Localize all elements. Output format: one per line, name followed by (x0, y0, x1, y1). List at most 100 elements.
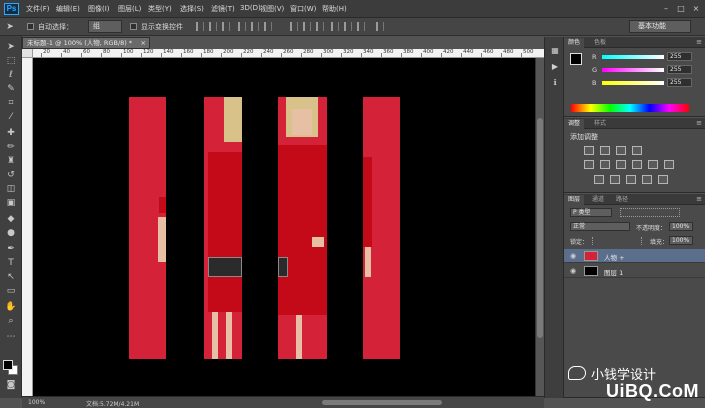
hand-tool-icon[interactable]: ✋ (5, 302, 17, 312)
channel-b-value[interactable]: 255 (667, 78, 692, 87)
history-panel-icon[interactable]: ▦ (549, 45, 561, 56)
fill-field[interactable]: 100% (669, 236, 693, 245)
vibrance-icon[interactable] (584, 160, 594, 169)
align-bottom-icon[interactable] (222, 22, 230, 31)
panel-foreground-swatch[interactable] (570, 53, 582, 65)
tab-paths[interactable]: 路径 (612, 195, 632, 205)
layer-row-selected[interactable]: ◉ 人物 + (564, 249, 705, 263)
tab-adjustments[interactable]: 调整 (564, 119, 585, 129)
distribute-vcenter-icon[interactable] (303, 22, 311, 31)
tab-styles[interactable]: 样式 (590, 119, 610, 129)
layer-row[interactable]: ◉ 图层 1 (564, 264, 705, 278)
align-right-icon[interactable] (264, 22, 272, 31)
auto-select-dropdown[interactable]: 组 (88, 20, 122, 33)
vertical-scrollbar[interactable] (535, 58, 544, 396)
menu-layer[interactable]: 图层(L) (118, 4, 141, 14)
menu-file[interactable]: 文件(F) (26, 4, 50, 14)
panel-menu-icon[interactable]: ≡ (696, 38, 702, 46)
panel-menu-icon[interactable]: ≡ (696, 119, 702, 127)
zoom-tool-icon[interactable]: ⌕ (5, 316, 17, 326)
invert-icon[interactable] (594, 175, 604, 184)
eyedropper-tool-icon[interactable]: ⁄ (5, 112, 17, 122)
tab-channels[interactable]: 通道 (588, 195, 608, 205)
actions-panel-icon[interactable]: ▶ (549, 61, 561, 72)
panel-menu-icon[interactable]: ≡ (696, 195, 702, 203)
levels-icon[interactable] (600, 146, 610, 155)
dodge-tool-icon[interactable]: ● (5, 228, 17, 238)
zoom-level[interactable]: 100% (28, 399, 45, 406)
vertical-scroll-thumb[interactable] (537, 118, 543, 338)
clone-stamp-icon[interactable]: ♜ (5, 156, 17, 166)
menu-3d[interactable]: 3D(D) (240, 4, 261, 12)
align-left-icon[interactable] (238, 22, 246, 31)
menu-filter[interactable]: 滤镜(T) (211, 4, 235, 14)
photo-filter-icon[interactable] (648, 160, 658, 169)
channel-g-value[interactable]: 255 (667, 65, 692, 74)
marquee-tool-icon[interactable]: ⬚ (5, 56, 17, 66)
hue-saturation-icon[interactable] (600, 160, 610, 169)
align-top-icon[interactable] (196, 22, 204, 31)
quick-mask-icon[interactable]: ◙ (5, 380, 17, 390)
layer-filter-icons[interactable] (620, 208, 680, 217)
menu-edit[interactable]: 编辑(E) (56, 4, 80, 14)
black-white-icon[interactable] (632, 160, 642, 169)
tab-layers[interactable]: 图层 (564, 195, 585, 205)
color-balance-icon[interactable] (616, 160, 626, 169)
menu-select[interactable]: 选择(S) (180, 4, 204, 14)
menu-help[interactable]: 帮助(H) (322, 4, 347, 14)
type-tool-icon[interactable]: T (5, 258, 17, 268)
shape-tool-icon[interactable]: ▭ (5, 286, 17, 296)
lock-icons[interactable] (592, 237, 642, 245)
workspace-switcher[interactable]: 基本功能 (629, 20, 691, 33)
healing-brush-icon[interactable]: ✚ (5, 128, 17, 138)
distribute-left-icon[interactable] (331, 22, 339, 31)
align-vcenter-icon[interactable] (209, 22, 217, 31)
blur-tool-icon[interactable]: ◆ (5, 214, 17, 224)
align-hcenter-icon[interactable] (251, 22, 259, 31)
layer-filter-dropdown[interactable]: P 类型 (570, 208, 612, 217)
posterize-icon[interactable] (610, 175, 620, 184)
channel-r-value[interactable]: 255 (667, 52, 692, 61)
close-window-button[interactable]: × (690, 3, 702, 14)
foreground-color-swatch[interactable] (3, 360, 13, 370)
maximize-button[interactable]: □ (675, 3, 687, 14)
gradient-tool-icon[interactable]: ▣ (5, 198, 17, 208)
gradient-map-icon[interactable] (642, 175, 652, 184)
lasso-tool-icon[interactable]: ℓ (5, 70, 17, 80)
history-brush-icon[interactable]: ↺ (5, 170, 17, 180)
eraser-tool-icon[interactable]: ◫ (5, 184, 17, 194)
close-document-icon[interactable]: × (141, 38, 146, 48)
channel-mixer-icon[interactable] (664, 160, 674, 169)
visibility-eye-icon[interactable]: ◉ (570, 252, 576, 260)
color-spectrum-bar[interactable] (571, 104, 689, 112)
brightness-contrast-icon[interactable] (584, 146, 594, 155)
more-tools-icon[interactable]: ⋯ (5, 332, 17, 342)
brush-tool-icon[interactable]: ✏ (5, 142, 17, 152)
distribute-hcenter-icon[interactable] (344, 22, 352, 31)
menu-window[interactable]: 窗口(W) (290, 4, 316, 14)
distribute-top-icon[interactable] (290, 22, 298, 31)
horizontal-scroll-thumb[interactable] (322, 400, 442, 405)
menu-type[interactable]: 类型(Y) (148, 4, 172, 14)
blend-mode-dropdown[interactable]: 正常 (570, 222, 630, 231)
document-canvas[interactable] (33, 58, 535, 396)
pen-tool-icon[interactable]: ✒ (5, 244, 17, 254)
threshold-icon[interactable] (626, 175, 636, 184)
menu-view[interactable]: 视图(V) (260, 4, 284, 14)
menu-image[interactable]: 图像(I) (88, 4, 110, 14)
channel-b-slider[interactable] (602, 81, 664, 85)
curves-icon[interactable] (616, 146, 626, 155)
auto-select-checkbox[interactable] (27, 23, 34, 30)
auto-align-icon[interactable] (376, 22, 384, 31)
move-tool-preset-icon[interactable]: ➤ (4, 22, 16, 32)
document-size-info[interactable]: 文档:5.72M/4.21M (86, 399, 139, 408)
opacity-field[interactable]: 100% (669, 222, 693, 231)
visibility-eye-icon[interactable]: ◉ (570, 267, 576, 275)
exposure-icon[interactable] (632, 146, 642, 155)
show-transform-checkbox[interactable] (130, 23, 137, 30)
distribute-right-icon[interactable] (357, 22, 365, 31)
channel-g-slider[interactable] (602, 68, 664, 72)
crop-tool-icon[interactable]: ⌗ (5, 98, 17, 108)
properties-panel-icon[interactable]: ℹ (549, 77, 561, 88)
minimize-button[interactable]: – (660, 3, 672, 14)
